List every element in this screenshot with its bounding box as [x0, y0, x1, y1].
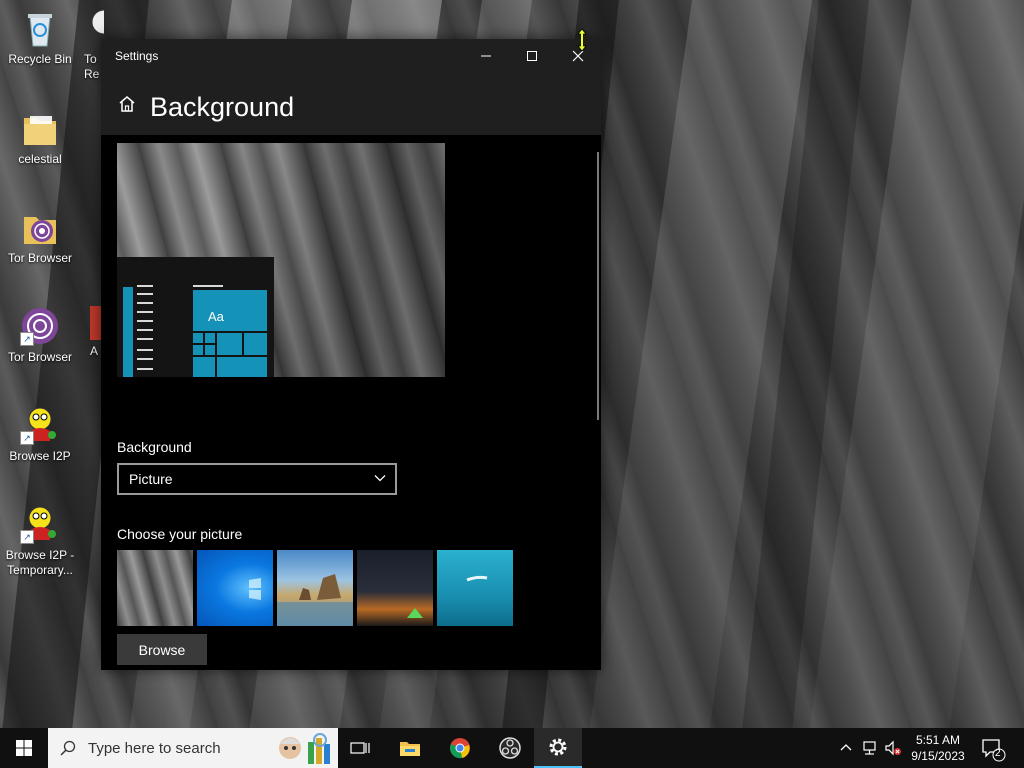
recycle-bin-icon	[20, 8, 60, 48]
chevron-down-icon	[374, 475, 386, 482]
desktop-icon-celestial[interactable]: celestial	[0, 108, 80, 167]
tor-folder-icon	[20, 207, 60, 247]
settings-content: Aa Background Picture Choose your pictur…	[101, 135, 601, 670]
maximize-button[interactable]	[509, 39, 555, 72]
settings-taskbar-button[interactable]	[534, 728, 582, 768]
search-box[interactable]: Type here to search	[48, 728, 338, 768]
file-explorer-icon	[400, 742, 420, 756]
folder-icon	[20, 108, 60, 148]
window-title: Settings	[115, 49, 159, 63]
task-view-icon	[350, 742, 370, 754]
background-dropdown[interactable]: Picture	[117, 463, 397, 495]
obs-button[interactable]	[486, 728, 534, 768]
show-hidden-icons-button[interactable]	[836, 728, 856, 768]
choose-picture-label: Choose your picture	[117, 526, 243, 542]
shortcut-arrow-icon: ↗	[20, 431, 34, 445]
desktop-icon-tor-browser-folder[interactable]: Tor Browser	[0, 207, 80, 266]
search-highlight-icon	[279, 733, 330, 764]
settings-window: Settings Background Aa Background Pictur…	[101, 39, 601, 670]
shortcut-arrow-icon: ↗	[20, 530, 34, 544]
search-placeholder: Type here to search	[88, 740, 221, 757]
chrome-button[interactable]	[436, 728, 484, 768]
network-icon	[863, 741, 876, 755]
taskbar: Type here to search 5:51 AM 9/15/2023 2	[0, 728, 1024, 768]
clock-date: 9/15/2023	[911, 749, 965, 763]
background-dropdown-value: Picture	[129, 471, 173, 487]
search-icon	[60, 740, 76, 756]
notification-count: 2	[995, 748, 1001, 759]
home-icon[interactable]	[117, 94, 137, 114]
tor-browser-icon: ↗	[20, 306, 60, 346]
network-button[interactable]	[860, 728, 882, 768]
preview-start-menu: Aa	[117, 257, 274, 377]
background-preview: Aa	[117, 143, 445, 377]
chevron-up-icon	[840, 744, 852, 751]
system-clock[interactable]: 5:51 AM 9/15/2023	[902, 732, 974, 764]
maximize-icon	[527, 50, 537, 61]
background-label: Background	[117, 439, 192, 455]
notification-icon	[982, 739, 1006, 762]
volume-button[interactable]	[882, 728, 904, 768]
gear-icon	[549, 738, 567, 756]
thumbnail-windows-blue[interactable]	[197, 550, 273, 626]
file-explorer-button[interactable]	[386, 728, 434, 768]
thumbnail-underwater-swimmer[interactable]	[437, 550, 513, 626]
clock-time: 5:51 AM	[915, 733, 961, 747]
scrollbar[interactable]	[597, 152, 599, 420]
minimize-button[interactable]	[463, 39, 509, 72]
windows-icon	[16, 740, 32, 756]
desktop-icon-browse-i2p[interactable]: ↗ Browse I2P	[0, 405, 80, 464]
i2p-icon: ↗	[20, 504, 60, 544]
i2p-icon: ↗	[20, 405, 60, 445]
volume-muted-icon	[885, 740, 901, 756]
desktop-icon-recycle-bin[interactable]: Recycle Bin	[0, 8, 80, 67]
preview-tile-text: Aa	[193, 290, 267, 331]
desktop-icon-tor-browser[interactable]: ↗ Tor Browser	[0, 306, 80, 365]
obs-icon	[499, 737, 521, 759]
page-header: Background	[101, 72, 601, 135]
desktop-icon-browse-i2p-temporary[interactable]: ↗ Browse I2P - Temporary...	[0, 504, 80, 578]
page-title: Background	[150, 92, 295, 122]
thumbnail-night-sky-tent[interactable]	[357, 550, 433, 626]
action-center-button[interactable]: 2	[980, 736, 1006, 762]
thumbnail-rock-cliff[interactable]	[117, 550, 193, 626]
thumbnail-beach-rocks[interactable]	[277, 550, 353, 626]
resize-cursor-icon	[577, 28, 587, 52]
chrome-icon	[450, 738, 470, 759]
minimize-icon	[481, 55, 491, 56]
task-view-button[interactable]	[336, 728, 384, 768]
window-titlebar[interactable]: Settings	[101, 39, 601, 72]
start-button[interactable]	[0, 728, 48, 768]
browse-button[interactable]: Browse	[117, 634, 207, 665]
shortcut-arrow-icon: ↗	[20, 332, 34, 346]
windows-logo-icon	[249, 578, 261, 600]
